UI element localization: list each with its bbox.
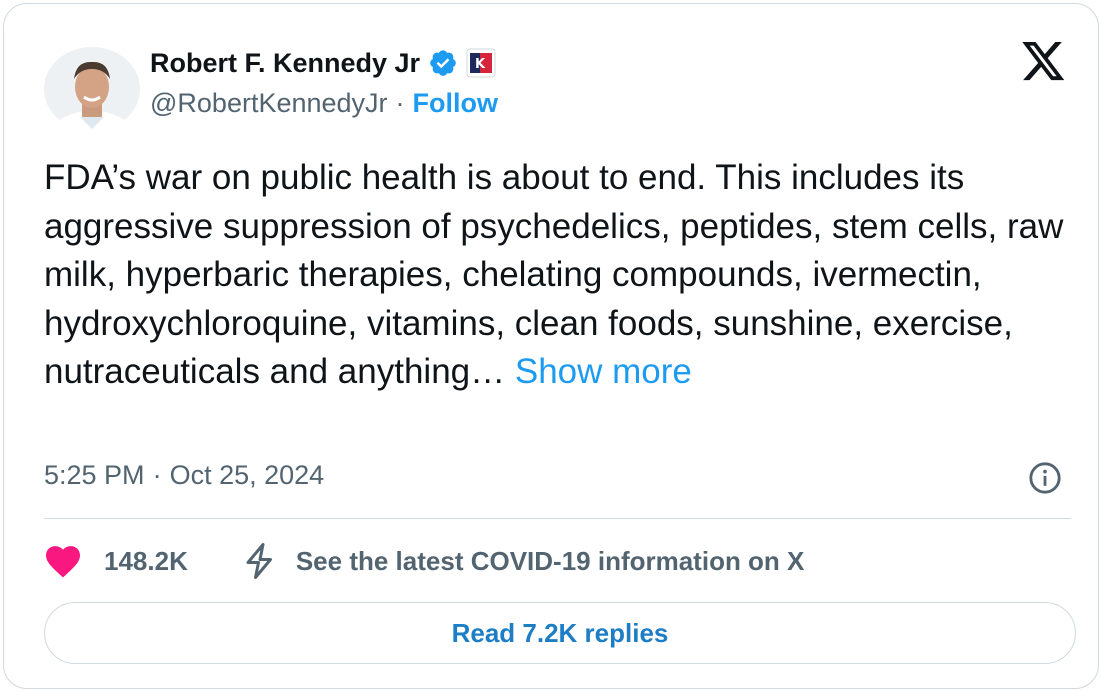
author-name[interactable]: Robert F. Kennedy Jr xyxy=(150,48,420,79)
like-button[interactable]: 148.2K xyxy=(44,544,188,578)
lightning-bolt-icon xyxy=(242,541,278,581)
affiliation-badge-icon[interactable]: K xyxy=(466,48,496,78)
tweet-timestamp[interactable]: 5:25 PM · Oct 25, 2024 xyxy=(44,460,324,491)
verified-badge-icon xyxy=(428,48,458,78)
x-logo-icon[interactable] xyxy=(1022,42,1066,82)
like-count: 148.2K xyxy=(104,545,188,576)
tweet-card: Robert F. Kennedy Jr K @RobertKennedyJr … xyxy=(3,3,1099,689)
avatar[interactable] xyxy=(44,47,140,131)
tweet-date: Oct 25, 2024 xyxy=(169,460,325,490)
author-handle[interactable]: @RobertKennedyJr xyxy=(150,88,388,119)
divider xyxy=(44,518,1071,519)
show-more-link[interactable]: Show more xyxy=(515,352,692,391)
heart-icon xyxy=(44,544,82,578)
follow-button[interactable]: Follow xyxy=(413,88,498,119)
tweet-time: 5:25 PM xyxy=(44,460,145,490)
handle-row: @RobertKennedyJr · Follow xyxy=(150,88,498,119)
author-name-row: Robert F. Kennedy Jr K xyxy=(150,44,496,82)
handle-separator: · xyxy=(395,88,405,118)
covid-info-link[interactable]: See the latest COVID-19 information on X xyxy=(242,541,805,581)
svg-text:K: K xyxy=(475,57,486,72)
timestamp-separator: · xyxy=(152,460,162,490)
info-icon[interactable] xyxy=(1028,461,1062,495)
tweet-text: FDA’s war on public health is about to e… xyxy=(44,154,1084,397)
tweet-actions: 148.2K See the latest COVID-19 informati… xyxy=(44,539,804,583)
read-replies-button[interactable]: Read 7.2K replies xyxy=(44,602,1076,664)
covid-info-label: See the latest COVID-19 information on X xyxy=(295,545,805,576)
